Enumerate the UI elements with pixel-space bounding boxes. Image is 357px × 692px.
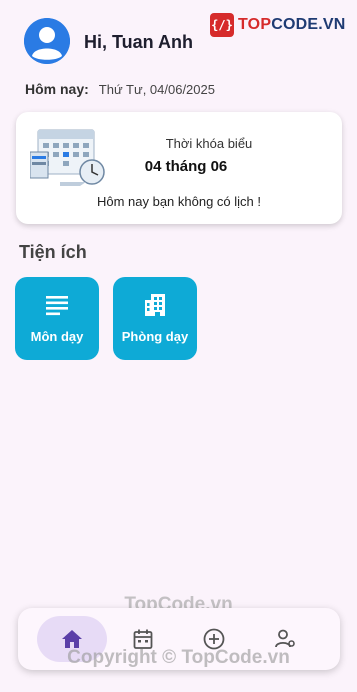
today-label: Hôm nay: — [25, 81, 89, 97]
bottom-navigation — [18, 608, 340, 670]
building-icon — [145, 294, 165, 316]
schedule-date: 04 tháng 06 — [144, 158, 228, 175]
utilities-title: Tiện ích — [19, 242, 87, 262]
list-icon — [46, 296, 68, 316]
rooms-tile-button[interactable]: Phòng dạy — [113, 277, 197, 360]
calendar-illustration-icon — [30, 129, 105, 186]
calendar-icon — [133, 629, 153, 649]
nav-home[interactable] — [37, 616, 107, 662]
greeting-text: Hi, Tuan Anh — [84, 32, 193, 52]
user-settings-icon — [275, 629, 295, 648]
rooms-tile-label: Phòng dạy — [121, 329, 189, 344]
home-screen: Hi, Tuan Anh {/} TOPCODE.VN Hôm nay: Thứ… — [0, 0, 357, 692]
nav-calendar[interactable] — [108, 616, 178, 662]
brand-name: TOPCODE.VN — [238, 16, 346, 34]
nav-add[interactable] — [179, 616, 249, 662]
schedule-card[interactable]: Thời khóa biểu 04 tháng 06 Hôm nay bạn k… — [16, 112, 342, 224]
brand-name-code: CODE.VN — [271, 16, 346, 33]
brand-name-top: TOP — [238, 16, 272, 33]
nav-account-settings[interactable] — [250, 616, 320, 662]
user-avatar-icon — [24, 18, 70, 64]
brand-logo: {/} TOPCODE.VN — [210, 12, 346, 38]
schedule-title: Thời khóa biểu — [165, 136, 253, 151]
avatar[interactable] — [24, 18, 70, 64]
home-icon — [62, 630, 82, 648]
add-circle-icon — [203, 628, 225, 650]
today-row: Hôm nay: Thứ Tư, 04/06/2025 — [25, 81, 215, 97]
subjects-tile-button[interactable]: Môn dạy — [15, 277, 99, 360]
brand-mark: {/} — [210, 13, 234, 37]
schedule-message: Hôm nay bạn không có lịch ! — [96, 194, 262, 209]
subjects-tile-label: Môn dạy — [30, 329, 84, 344]
today-date: Thứ Tư, 04/06/2025 — [98, 82, 215, 97]
